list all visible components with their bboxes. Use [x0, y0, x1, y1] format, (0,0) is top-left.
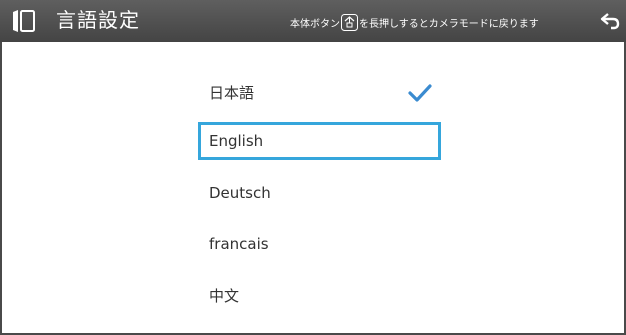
page-title: 言語設定: [56, 8, 140, 32]
camera-mode-hint: 本体ボタン を長押しするとカメラモードに戻ります: [290, 11, 539, 33]
checkmark-icon: [408, 83, 432, 103]
language-label: Deutsch: [209, 184, 271, 202]
camera-button-icon: [341, 13, 358, 31]
language-label: 日本語: [209, 84, 255, 102]
language-option-chinese[interactable]: 中文: [198, 277, 441, 315]
language-option-english[interactable]: English: [198, 122, 441, 160]
hint-suffix: を長押しするとカメラモードに戻ります: [359, 18, 539, 30]
back-arrow-icon[interactable]: [599, 10, 621, 32]
language-label: francais: [209, 235, 269, 253]
display-settings-icon: [10, 9, 36, 33]
language-option-deutsch[interactable]: Deutsch: [198, 174, 441, 212]
language-label: 中文: [209, 287, 240, 305]
language-option-francais[interactable]: francais: [198, 225, 441, 263]
language-label: English: [209, 132, 264, 150]
header-bar: 言語設定 本体ボタン を長押しするとカメラモードに戻ります: [0, 0, 626, 42]
hint-prefix: 本体ボタン: [290, 18, 340, 30]
language-option-japanese[interactable]: 日本語: [198, 74, 441, 112]
